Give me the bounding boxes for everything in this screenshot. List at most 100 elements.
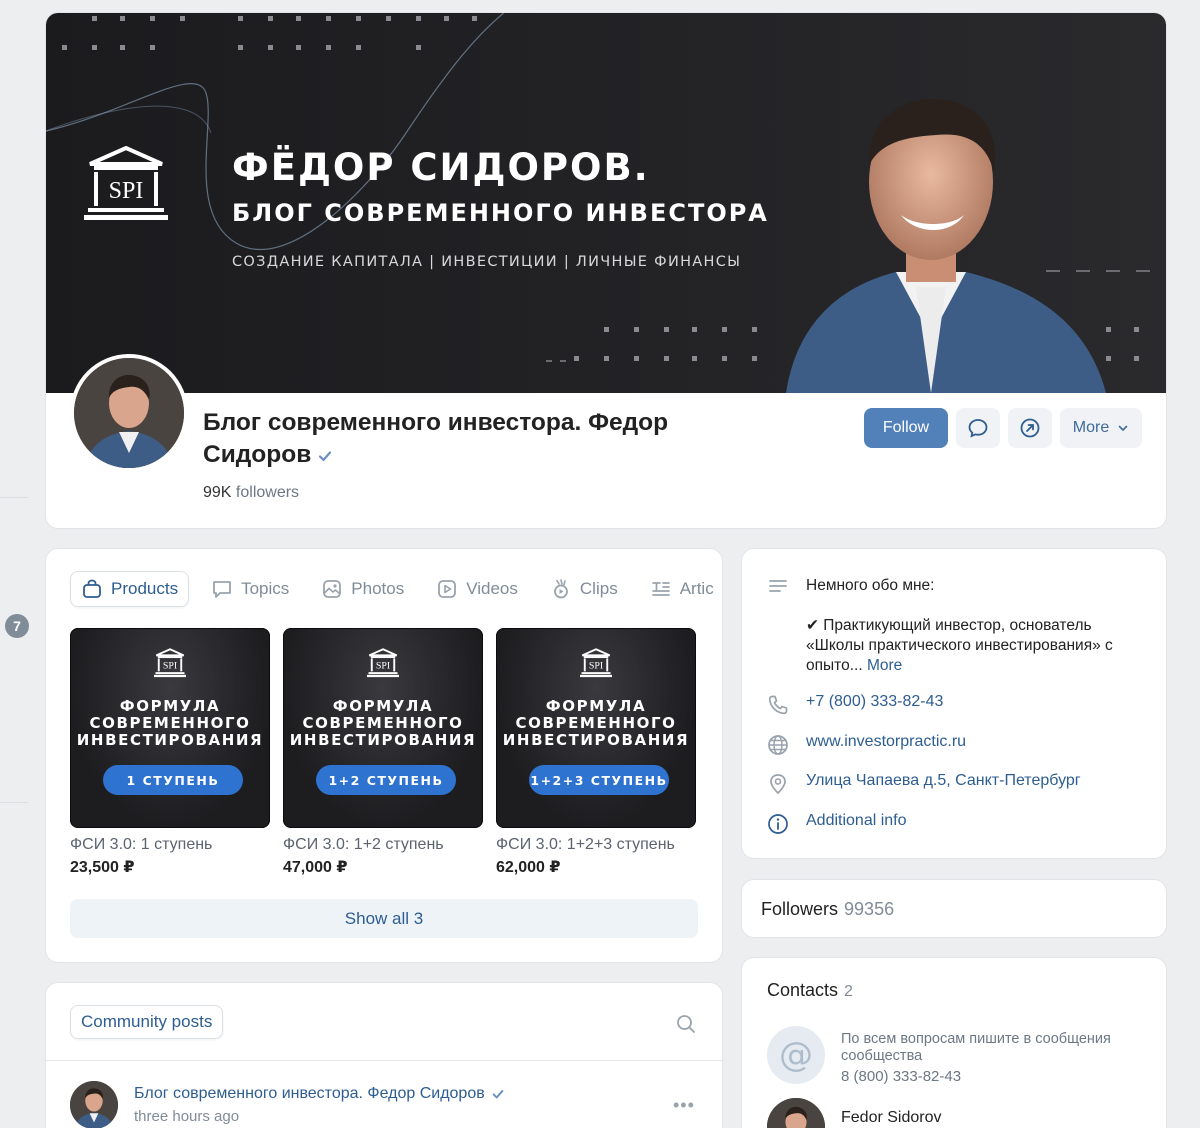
product-image-badge: 1+2+3 СТУПЕНЬ <box>529 765 669 795</box>
product-card[interactable]: SPI ФОРМУЛА СОВРЕМЕННОГО ИНВЕСТИРОВАНИЯ … <box>283 628 483 877</box>
followers-label: followers <box>235 484 300 501</box>
product-image[interactable]: SPI ФОРМУЛА СОВРЕМЕННОГО ИНВЕСТИРОВАНИЯ … <box>283 628 483 828</box>
group-name-text: Блог современного инвестора. Федор Сидор… <box>203 409 669 468</box>
contact-name[interactable]: Fedor Sidorov <box>841 1109 942 1127</box>
post-author-name: Блог современного инвестора. Федор Сидор… <box>134 1085 485 1102</box>
avatar-portrait <box>74 358 184 468</box>
contacts-heading-label: Contacts <box>767 980 839 1000</box>
follow-button[interactable]: Follow <box>864 408 948 448</box>
tab-label: Artic <box>679 579 714 598</box>
globe-icon <box>768 735 788 755</box>
contacts-heading-count: 2 <box>844 983 853 1000</box>
contacts-card: Contacts 2 @ По всем вопросам пишите в со… <box>742 958 1166 1128</box>
contact-description: По всем вопросам пишите в сообщения сооб… <box>841 1031 1111 1064</box>
tab-topics[interactable]: Topics <box>201 571 299 607</box>
message-button[interactable] <box>956 408 1000 448</box>
share-button[interactable] <box>1008 408 1052 448</box>
tab-photos[interactable]: Photos <box>311 571 414 607</box>
text-lines-icon <box>769 580 787 592</box>
product-image-title: ФОРМУЛА СОВРЕМЕННОГО ИНВЕСТИРОВАНИЯ <box>289 697 477 749</box>
phone-link[interactable]: +7 (800) 333-82-43 <box>806 693 943 711</box>
followers-summary[interactable]: 99K followers <box>203 484 299 502</box>
product-card[interactable]: SPI ФОРМУЛА СОВРЕМЕННОГО ИНВЕСТИРОВАНИЯ … <box>496 628 696 877</box>
about-more-link[interactable]: More <box>867 657 902 674</box>
tab-label: Photos <box>351 579 405 598</box>
address-row[interactable]: Улица Чапаева д.5, Санкт-Петербург <box>766 772 1081 796</box>
at-sign-icon: @ <box>767 1026 825 1084</box>
products-card: Products Topics Photos Videos Clips Arti… <box>46 549 722 962</box>
product-name[interactable]: ФСИ 3.0: 1 ступень <box>70 836 270 854</box>
logo-text: SPI <box>376 660 390 671</box>
products-grid: SPI ФОРМУЛА СОВРЕМЕННОГО ИНВЕСТИРОВАНИЯ … <box>70 628 696 877</box>
info-icon <box>768 814 788 834</box>
product-image-badge: 1+2 СТУПЕНЬ <box>316 765 456 795</box>
avatar-portrait <box>767 1098 825 1128</box>
divider <box>46 1060 722 1061</box>
tab-label: Videos <box>466 579 518 598</box>
cover-banner: SPI ФЁДОР СИДОРОВ. БЛОГ СОВРЕМЕННОГО ИНВ… <box>46 13 1166 393</box>
additional-info-row[interactable]: Additional info <box>766 812 907 836</box>
share-icon <box>1020 418 1040 438</box>
product-card[interactable]: SPI ФОРМУЛА СОВРЕМЕННОГО ИНВЕСТИРОВАНИЯ … <box>70 628 270 877</box>
location-pin-icon <box>770 774 786 795</box>
community-posts-card: Community posts Блог современного инвест… <box>46 983 722 1128</box>
post-author-avatar[interactable] <box>70 1081 118 1128</box>
spi-logo-icon: SPI <box>580 648 612 678</box>
group-header-card: SPI ФЁДОР СИДОРОВ. БЛОГ СОВРЕМЕННОГО ИНВ… <box>46 13 1166 528</box>
spi-logo-icon: SPI <box>84 146 168 220</box>
more-label: More <box>1072 419 1110 436</box>
followers-heading-count: 99356 <box>844 899 895 919</box>
website-link[interactable]: www.investorpractic.ru <box>806 733 966 751</box>
followers-heading-label: Followers <box>761 899 839 919</box>
left-rail: 7 <box>0 0 29 1128</box>
photo-icon <box>323 580 342 598</box>
about-text-block: ✔ Практикующий инвестор, основатель «Шко… <box>806 616 1146 676</box>
product-image[interactable]: SPI ФОРМУЛА СОВРЕМЕННОГО ИНВЕСТИРОВАНИЯ … <box>496 628 696 828</box>
phone-row[interactable]: +7 (800) 333-82-43 <box>766 693 943 717</box>
additional-info-link[interactable]: Additional info <box>806 812 907 830</box>
tab-articles[interactable]: Artic <box>640 571 722 607</box>
about-title: Немного обо мне: <box>806 577 935 594</box>
logo-text: SPI <box>163 660 177 671</box>
address-link[interactable]: Улица Чапаева д.5, Санкт-Петербург <box>806 772 1081 790</box>
product-image[interactable]: SPI ФОРМУЛА СОВРЕМЕННОГО ИНВЕСТИРОВАНИЯ … <box>70 628 270 828</box>
website-row[interactable]: www.investorpractic.ru <box>766 733 966 757</box>
post-menu-button[interactable]: ••• <box>673 1095 695 1116</box>
bag-icon <box>83 579 101 598</box>
search-icon[interactable] <box>675 1013 697 1035</box>
about-text: ✔ Практикующий инвестор, основатель «Шко… <box>806 617 1113 674</box>
post-timestamp[interactable]: three hours ago <box>134 1108 239 1125</box>
tab-products[interactable]: Products <box>70 571 190 607</box>
cover-portrait <box>786 98 1106 393</box>
rail-divider <box>0 802 28 803</box>
chevron-down-icon <box>1118 425 1128 432</box>
tab-label: Products <box>111 579 179 598</box>
followers-heading: Followers 99356 <box>761 899 894 920</box>
contacts-heading[interactable]: Contacts 2 <box>767 980 853 1001</box>
clips-icon <box>554 579 568 599</box>
product-image-badge: 1 СТУПЕНЬ <box>103 765 243 795</box>
product-name[interactable]: ФСИ 3.0: 1+2+3 ступень <box>496 836 696 854</box>
contact-phone[interactable]: 8 (800) 333-82-43 <box>841 1068 961 1085</box>
cover-subtitle: БЛОГ СОВРЕМЕННОГО ИНВЕСТОРА <box>232 199 769 227</box>
group-title: Блог современного инвестора. Федор Сидор… <box>203 407 763 471</box>
avatar-portrait <box>70 1081 118 1128</box>
product-image-title: ФОРМУЛА СОВРЕМЕННОГО ИНВЕСТИРОВАНИЯ <box>502 697 690 749</box>
post-author-link[interactable]: Блог современного инвестора. Федор Сидор… <box>134 1085 505 1103</box>
tab-clips[interactable]: Clips <box>540 571 628 607</box>
product-name[interactable]: ФСИ 3.0: 1+2 ступень <box>283 836 483 854</box>
contact-avatar[interactable] <box>767 1098 825 1128</box>
group-avatar[interactable] <box>70 354 188 472</box>
verified-icon <box>492 1089 504 1099</box>
tab-community-posts[interactable]: Community posts <box>70 1005 224 1039</box>
show-all-products-button[interactable]: Show all 3 <box>70 899 698 938</box>
followers-count: 99K <box>203 484 232 501</box>
notification-badge[interactable]: 7 <box>5 614 29 638</box>
section-tabs: Products Topics Photos Videos Clips Arti… <box>70 571 722 607</box>
more-button[interactable]: More <box>1060 408 1142 448</box>
followers-card[interactable]: Followers 99356 <box>742 880 1166 937</box>
tab-videos[interactable]: Videos <box>426 571 528 607</box>
spi-logo-icon: SPI <box>367 648 399 678</box>
logo-text: SPI <box>589 660 603 671</box>
chat-icon <box>213 581 231 598</box>
